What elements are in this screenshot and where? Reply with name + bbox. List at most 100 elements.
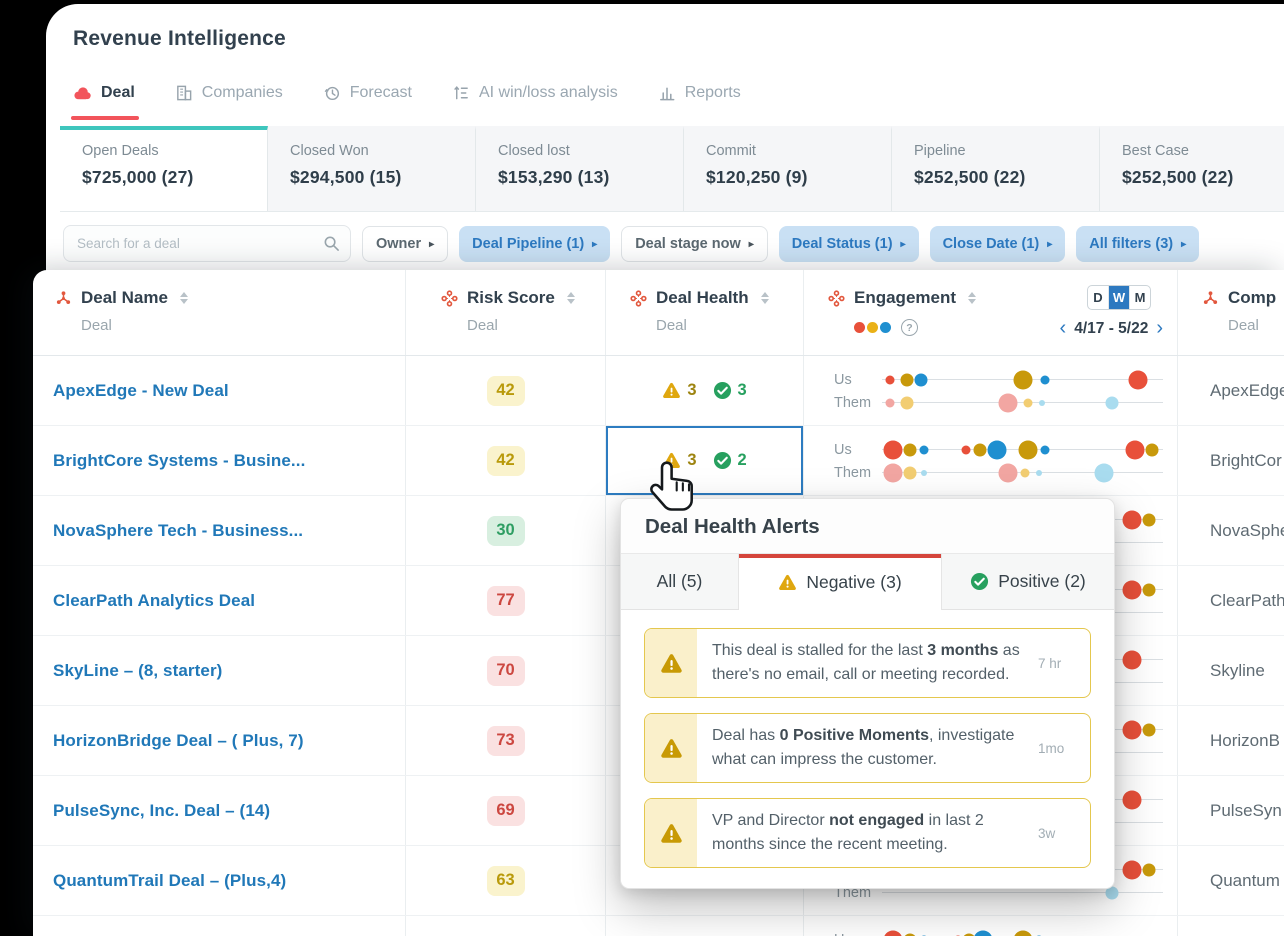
engagement-dot [961,445,971,454]
sort-icon[interactable] [179,291,188,305]
summary-card-value: $252,500 (22) [914,167,1026,187]
column-header-deal-health[interactable]: Deal Health Deal [605,270,803,355]
engagement-dot [885,398,895,407]
deal-health-cell[interactable] [605,916,803,936]
summary-card-open-deals[interactable]: Open Deals $725,000 (27) [60,126,268,211]
engagement-row-label: Us [834,371,852,388]
filter-button-deal-status-1[interactable]: Deal Status (1) ▸ [778,225,919,262]
date-range: 4/17 - 5/22 [1074,320,1149,337]
tab-ai-win-loss-analysis[interactable]: AI win/loss analysis [452,84,618,102]
summary-card-best-case[interactable]: Best Case $252,500 (22) [1100,126,1284,211]
engagement-dot [1122,650,1142,669]
tab-label: Forecast [349,84,412,101]
column-title: Comp [1228,288,1277,307]
filter-button-close-date-1[interactable]: Close Date (1) ▸ [929,225,1066,262]
sort-icon[interactable] [968,291,977,305]
engagement-dot [1040,375,1050,384]
prev-icon[interactable]: ‹ [1060,318,1067,338]
popup-alert-list: This deal is stalled for the last 3 mont… [621,610,1114,888]
risk-score-pill: 42 [486,375,525,406]
summary-card-pipeline[interactable]: Pipeline $252,500 (22) [892,126,1100,211]
deal-name-link[interactable]: PulseSync, Inc. Deal – (14) [53,801,270,821]
summary-card-commit[interactable]: Commit $120,250 (9) [684,126,892,211]
deal-name-link[interactable]: ClearPath Analytics Deal [53,591,255,611]
popup-tab-negative-3[interactable]: Negative (3) [739,554,942,610]
warning-icon [662,452,681,469]
column-subtitle: Deal [1228,317,1259,334]
column-header-top: Comp [1202,288,1284,308]
tab-forecast[interactable]: Forecast [323,84,412,102]
summary-card-value: $153,290 (13) [498,167,610,187]
engagement-dot [919,445,929,454]
deal-name-link[interactable]: ApexEdge - New Deal [53,381,229,401]
alert-warning-icon [660,823,683,844]
engagement-dot [921,469,928,476]
filter-button-all-filters-3[interactable]: All filters (3) ▸ [1076,225,1200,262]
alert-warning-icon [660,653,683,674]
company-name: NovaSphe [1210,520,1284,540]
filter-button-owner[interactable]: Owner ▸ [362,225,449,262]
popup-tab-label: Positive (2) [998,571,1086,591]
engagement-dot [1142,513,1156,526]
column-title: Deal Name [81,288,168,307]
risk-score-cell: 42 [405,356,605,425]
filter-button-deal-pipeline-1[interactable]: Deal Pipeline (1) ▸ [459,225,611,262]
search-input[interactable] [63,225,351,262]
summary-card-value: $725,000 (27) [82,167,194,187]
risk-score-pill: 42 [486,445,525,476]
tab-label: Companies [201,84,283,101]
deal-name-cell: HorizonBridge Deal – ( Plus, 7) [33,706,405,775]
deal-name-link[interactable]: BrightCore Systems - Busine... [53,451,305,471]
engagement-track [882,886,1163,899]
deal-health-cell[interactable]: 32 [605,426,803,495]
period-option-w[interactable]: W [1108,286,1129,309]
filter-button-deal-stage-now[interactable]: Deal stage now ▸ [621,225,768,262]
column-header-top: Risk Score [441,288,605,308]
deal-health-cell[interactable]: 33 [605,356,803,425]
deal-name-link[interactable]: NovaSphere Tech - Business... [53,521,303,541]
deal-name-link[interactable]: SkyLine – (8, starter) [53,661,222,681]
deal-name-link[interactable]: QuantumTrail Deal – (Plus,4) [53,871,286,891]
popup-tab-positive-2[interactable]: Positive (2) [942,554,1114,609]
filter-bar: Owner▸ Deal Pipeline (1)▸ Deal stage now▸ D… [63,225,1284,262]
metric-icon [630,289,647,307]
help-icon[interactable]: ? [901,319,918,336]
popup-tab-all-5[interactable]: All (5) [621,554,739,609]
risk-score-cell: 42 [405,426,605,495]
summary-card-label: Closed Won [290,143,369,159]
summary-card-label: Commit [706,143,756,159]
tab-companies[interactable]: Companies [175,84,283,102]
positive-alerts: 3 [713,381,747,400]
active-tab-indicator [739,554,941,558]
sort-icon[interactable] [566,291,575,305]
period-option-m[interactable]: M [1129,286,1150,309]
caret-right-icon: ▸ [429,238,435,250]
summary-card-value: $252,500 (22) [1122,167,1234,187]
next-icon[interactable]: › [1156,318,1163,338]
risk-score-cell: 77 [405,566,605,635]
deal-name-cell: ApexEdge - New Deal [33,356,405,425]
summary-card-closed-lost[interactable]: Closed lost $153,290 (13) [476,126,684,211]
column-header-deal-name[interactable]: Deal Name Deal [33,270,405,355]
summary-card-label: Pipeline [914,143,966,159]
engagement-dot [1142,723,1156,736]
tab-reports[interactable]: Reports [658,84,741,102]
sort-icon[interactable] [760,291,769,305]
period-option-d[interactable]: D [1088,286,1108,309]
engagement-dot [998,393,1018,412]
company-cell: ClearPath [1177,566,1284,635]
engagement-dot [1122,510,1142,529]
metric-icon [828,289,845,307]
risk-score-pill: 63 [486,865,525,896]
deal-name-link[interactable]: HorizonBridge Deal – ( Plus, 7) [53,731,304,751]
popup-tab-label: Negative (3) [806,571,902,592]
positive-alerts: 2 [713,451,747,470]
summary-card-closed-won[interactable]: Closed Won $294,500 (15) [268,126,476,211]
filter-button-label: Deal Status (1) [791,235,893,252]
column-header-risk-score[interactable]: Risk Score Deal [405,270,605,355]
risk-score-pill: 77 [486,585,525,616]
column-header-engagement[interactable]: Engagement? D W M ‹ 4/17 - 5/22 › [803,270,1177,355]
caret-right-icon: ▸ [1047,238,1053,250]
tab-deal[interactable]: Deal [71,84,139,120]
popup-tabs: All (5) Negative (3) Positive (2) [621,554,1114,610]
